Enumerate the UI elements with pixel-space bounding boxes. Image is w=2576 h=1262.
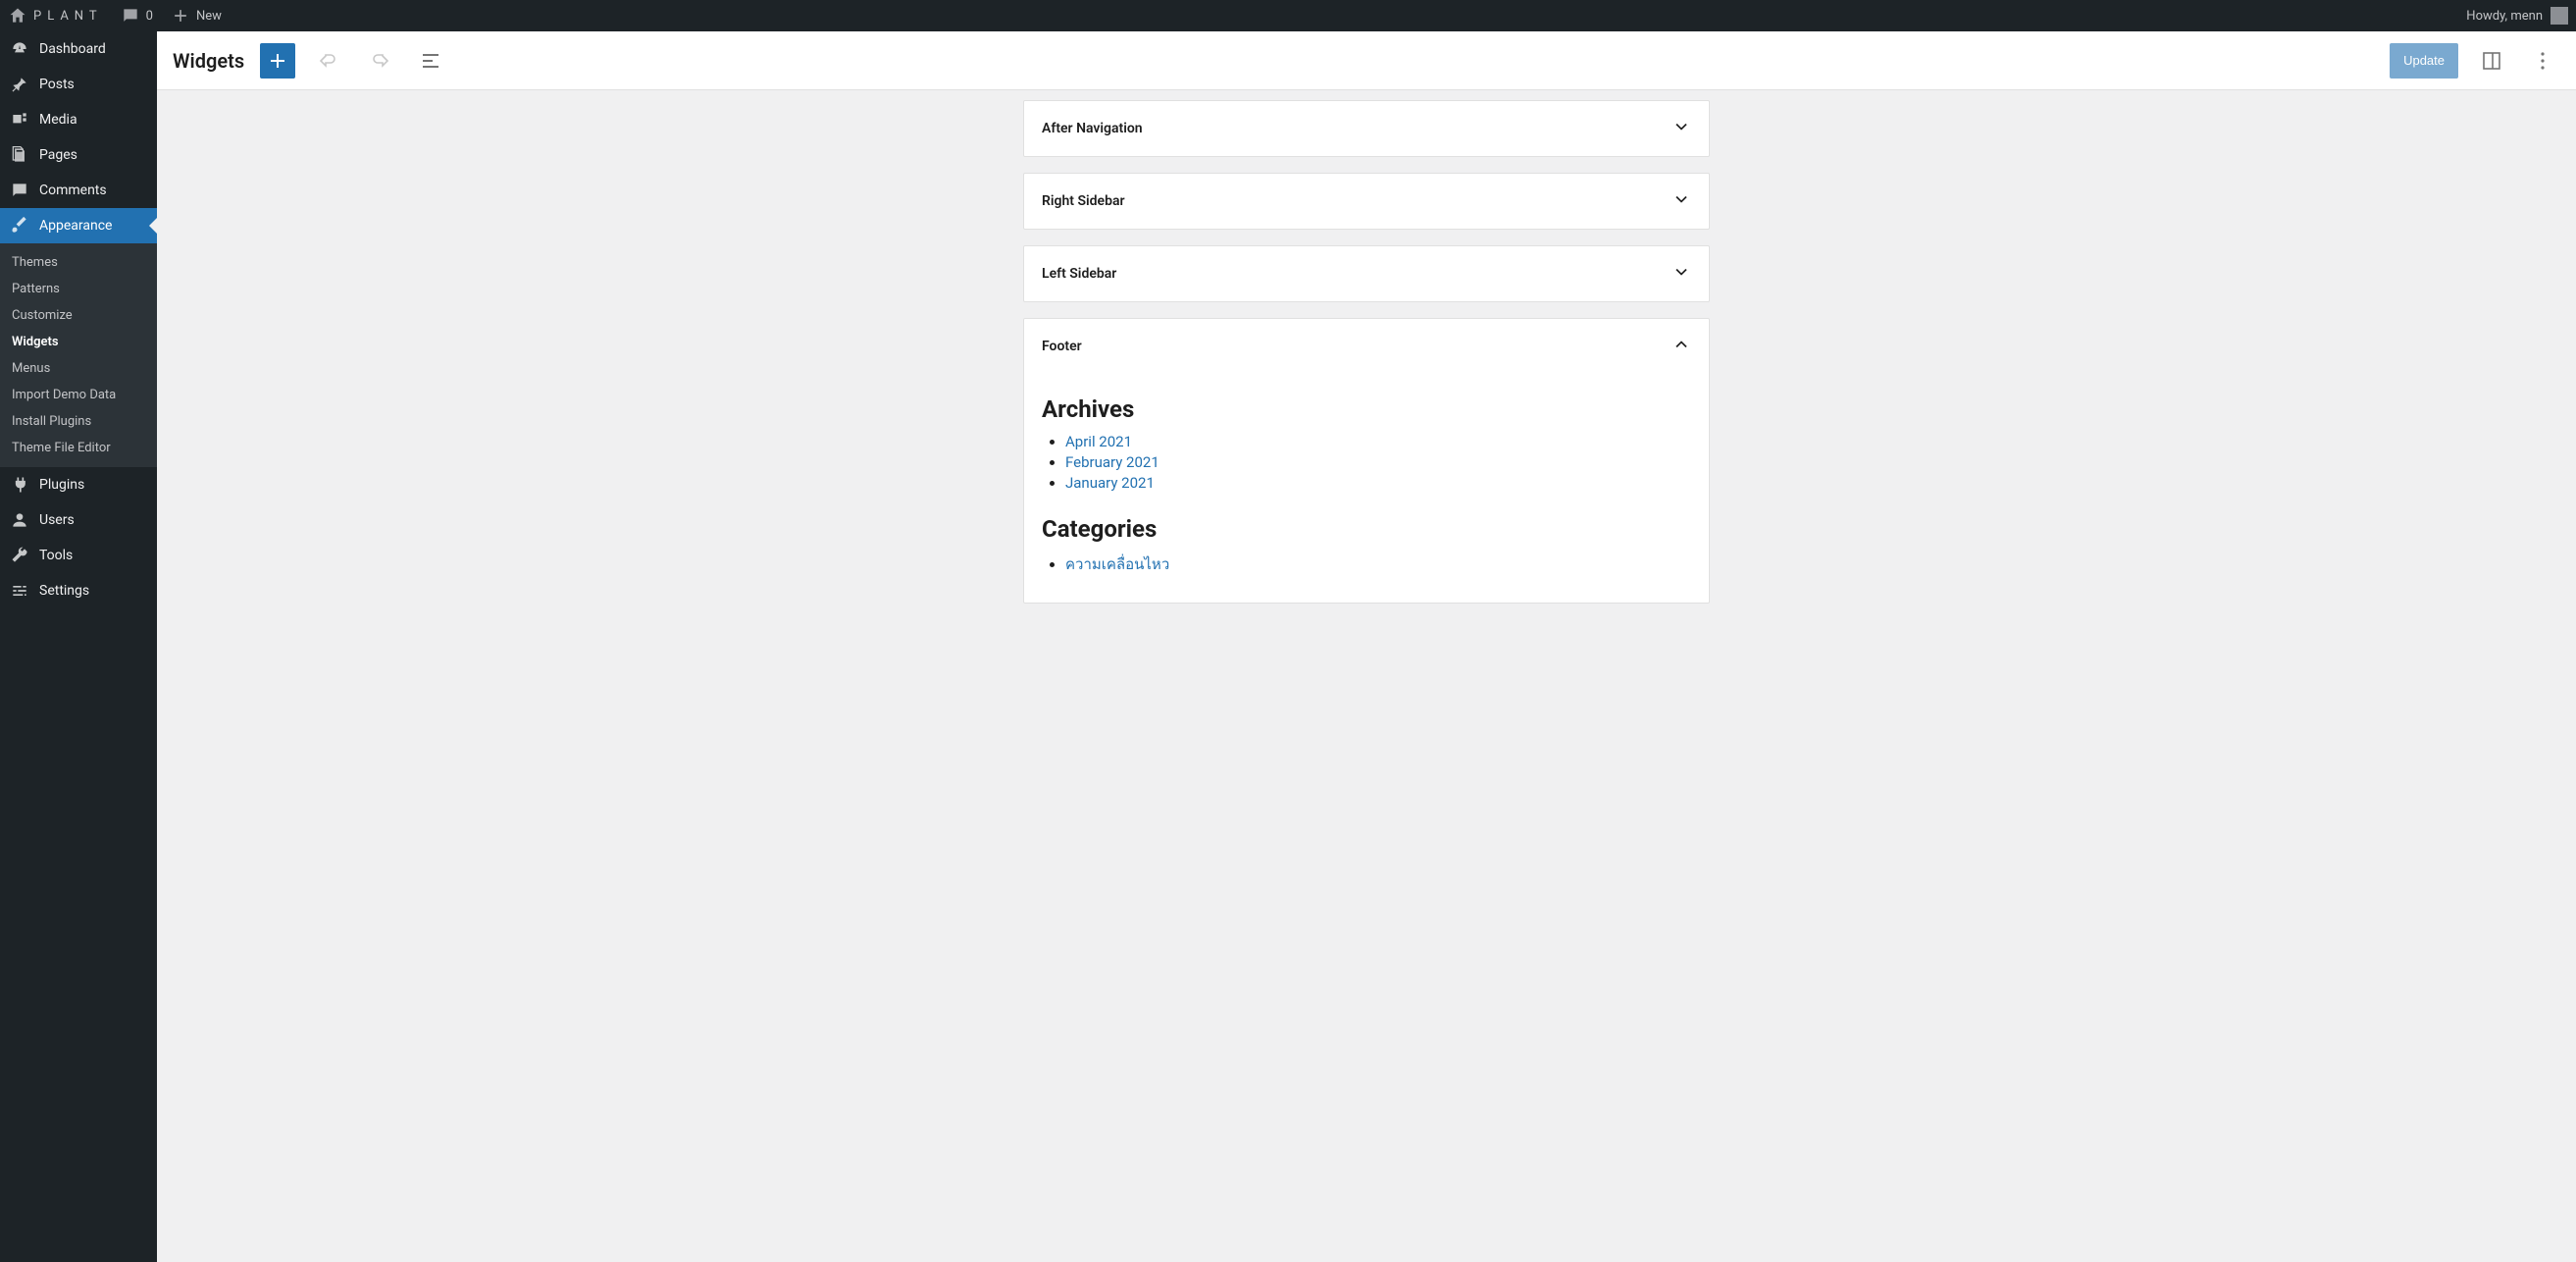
- widget-area-footer: Footer Archives April 2021 February 2021…: [1023, 318, 1710, 604]
- comment-icon: [121, 6, 140, 26]
- list-item: February 2021: [1065, 453, 1691, 471]
- widget-area-right-sidebar: Right Sidebar: [1023, 173, 1710, 230]
- widget-area-title: After Navigation: [1042, 121, 1143, 136]
- submenu-item-menus[interactable]: Menus: [0, 355, 157, 382]
- plug-icon: [10, 475, 29, 495]
- categories-heading[interactable]: Categories: [1042, 515, 1691, 543]
- submenu-item-install-plugins[interactable]: Install Plugins: [0, 408, 157, 435]
- editor-canvas: After Navigation Right Sidebar Left Side…: [157, 90, 2576, 1262]
- archives-heading[interactable]: Archives: [1042, 395, 1691, 423]
- widget-area-after-navigation: After Navigation: [1023, 100, 1710, 157]
- sidebar-item-label: Plugins: [39, 477, 84, 493]
- chevron-down-icon: [1672, 262, 1691, 286]
- widget-area-title: Right Sidebar: [1042, 193, 1125, 209]
- submenu-item-themes[interactable]: Themes: [0, 249, 157, 276]
- submenu-item-customize[interactable]: Customize: [0, 302, 157, 329]
- sidebar-item-posts[interactable]: Posts: [0, 67, 157, 102]
- archives-list[interactable]: April 2021 February 2021 January 2021: [1042, 433, 1691, 492]
- widget-area-title: Footer: [1042, 339, 1082, 354]
- admin-bar-site[interactable]: PLANT: [8, 6, 103, 26]
- sliders-icon: [10, 581, 29, 601]
- sidebar-item-label: Dashboard: [39, 41, 106, 57]
- sidebar-item-media[interactable]: Media: [0, 102, 157, 137]
- howdy-text: Howdy, menn: [2466, 9, 2543, 24]
- site-name: PLANT: [33, 9, 103, 24]
- chevron-down-icon: [1672, 117, 1691, 140]
- list-item: ความเคลื่อนไหว: [1065, 552, 1691, 576]
- editor-header: Widgets Update: [157, 31, 2576, 90]
- sidebar-item-label: Media: [39, 112, 77, 128]
- comments-count: 0: [146, 9, 153, 24]
- widget-area-toggle[interactable]: Right Sidebar: [1024, 174, 1709, 229]
- sidebar-item-dashboard[interactable]: Dashboard: [0, 31, 157, 67]
- user-icon: [10, 510, 29, 530]
- update-button[interactable]: Update: [2390, 43, 2458, 79]
- sidebar-item-plugins[interactable]: Plugins: [0, 467, 157, 502]
- widget-area-toggle[interactable]: Footer: [1024, 319, 1709, 374]
- submenu-item-widgets[interactable]: Widgets: [0, 329, 157, 355]
- chevron-up-icon: [1672, 335, 1691, 358]
- widget-area-body: Archives April 2021 February 2021 Januar…: [1024, 374, 1709, 603]
- sidebar-submenu: Themes Patterns Customize Widgets Menus …: [0, 243, 157, 467]
- dashboard-icon: [10, 39, 29, 59]
- settings-panel-toggle[interactable]: [2474, 43, 2509, 79]
- sidebar-item-users[interactable]: Users: [0, 502, 157, 538]
- submenu-item-patterns[interactable]: Patterns: [0, 276, 157, 302]
- sidebar-item-label: Tools: [39, 548, 73, 563]
- sidebar-item-pages[interactable]: Pages: [0, 137, 157, 173]
- sidebar-item-label: Comments: [39, 183, 107, 198]
- document-overview-button[interactable]: [413, 43, 448, 79]
- widget-area-toggle[interactable]: After Navigation: [1024, 101, 1709, 156]
- admin-sidebar: Dashboard Posts Media Pages Comments App…: [0, 31, 157, 1262]
- new-label: New: [196, 9, 222, 24]
- avatar: [2550, 7, 2568, 25]
- admin-bar-comments[interactable]: 0: [121, 6, 153, 26]
- plus-icon: [171, 6, 190, 26]
- categories-list[interactable]: ความเคลื่อนไหว: [1042, 552, 1691, 576]
- sidebar-item-label: Posts: [39, 77, 75, 92]
- sidebar-item-appearance[interactable]: Appearance: [0, 208, 157, 243]
- archive-link[interactable]: February 2021: [1065, 453, 1159, 471]
- home-icon: [8, 6, 27, 26]
- pages-icon: [10, 145, 29, 165]
- list-item: April 2021: [1065, 433, 1691, 450]
- page-title: Widgets: [173, 49, 244, 73]
- media-icon: [10, 110, 29, 130]
- sidebar-item-settings[interactable]: Settings: [0, 573, 157, 608]
- sidebar-item-tools[interactable]: Tools: [0, 538, 157, 573]
- sidebar-item-label: Users: [39, 512, 75, 528]
- sidebar-item-comments[interactable]: Comments: [0, 173, 157, 208]
- list-item: January 2021: [1065, 474, 1691, 492]
- category-link[interactable]: ความเคลื่อนไหว: [1065, 555, 1169, 573]
- archive-link[interactable]: April 2021: [1065, 433, 1132, 450]
- comment-icon: [10, 181, 29, 200]
- chevron-down-icon: [1672, 189, 1691, 213]
- undo-button[interactable]: [311, 43, 346, 79]
- pin-icon: [10, 75, 29, 94]
- widget-area-left-sidebar: Left Sidebar: [1023, 245, 1710, 302]
- sidebar-item-label: Appearance: [39, 218, 112, 234]
- add-block-button[interactable]: [260, 43, 295, 79]
- widget-area-title: Left Sidebar: [1042, 266, 1116, 282]
- redo-button[interactable]: [362, 43, 397, 79]
- admin-bar-account[interactable]: Howdy, menn: [2466, 7, 2568, 25]
- wrench-icon: [10, 546, 29, 565]
- widget-area-toggle[interactable]: Left Sidebar: [1024, 246, 1709, 301]
- admin-bar-new[interactable]: New: [171, 6, 222, 26]
- sidebar-item-label: Pages: [39, 147, 77, 163]
- submenu-item-import-demo[interactable]: Import Demo Data: [0, 382, 157, 408]
- sidebar-item-label: Settings: [39, 583, 89, 599]
- editor-content: Widgets Update: [157, 31, 2576, 1262]
- brush-icon: [10, 216, 29, 236]
- submenu-item-theme-file-editor[interactable]: Theme File Editor: [0, 435, 157, 461]
- options-button[interactable]: [2525, 43, 2560, 79]
- admin-bar: PLANT 0 New Howdy, menn: [0, 0, 2576, 31]
- archive-link[interactable]: January 2021: [1065, 474, 1155, 492]
